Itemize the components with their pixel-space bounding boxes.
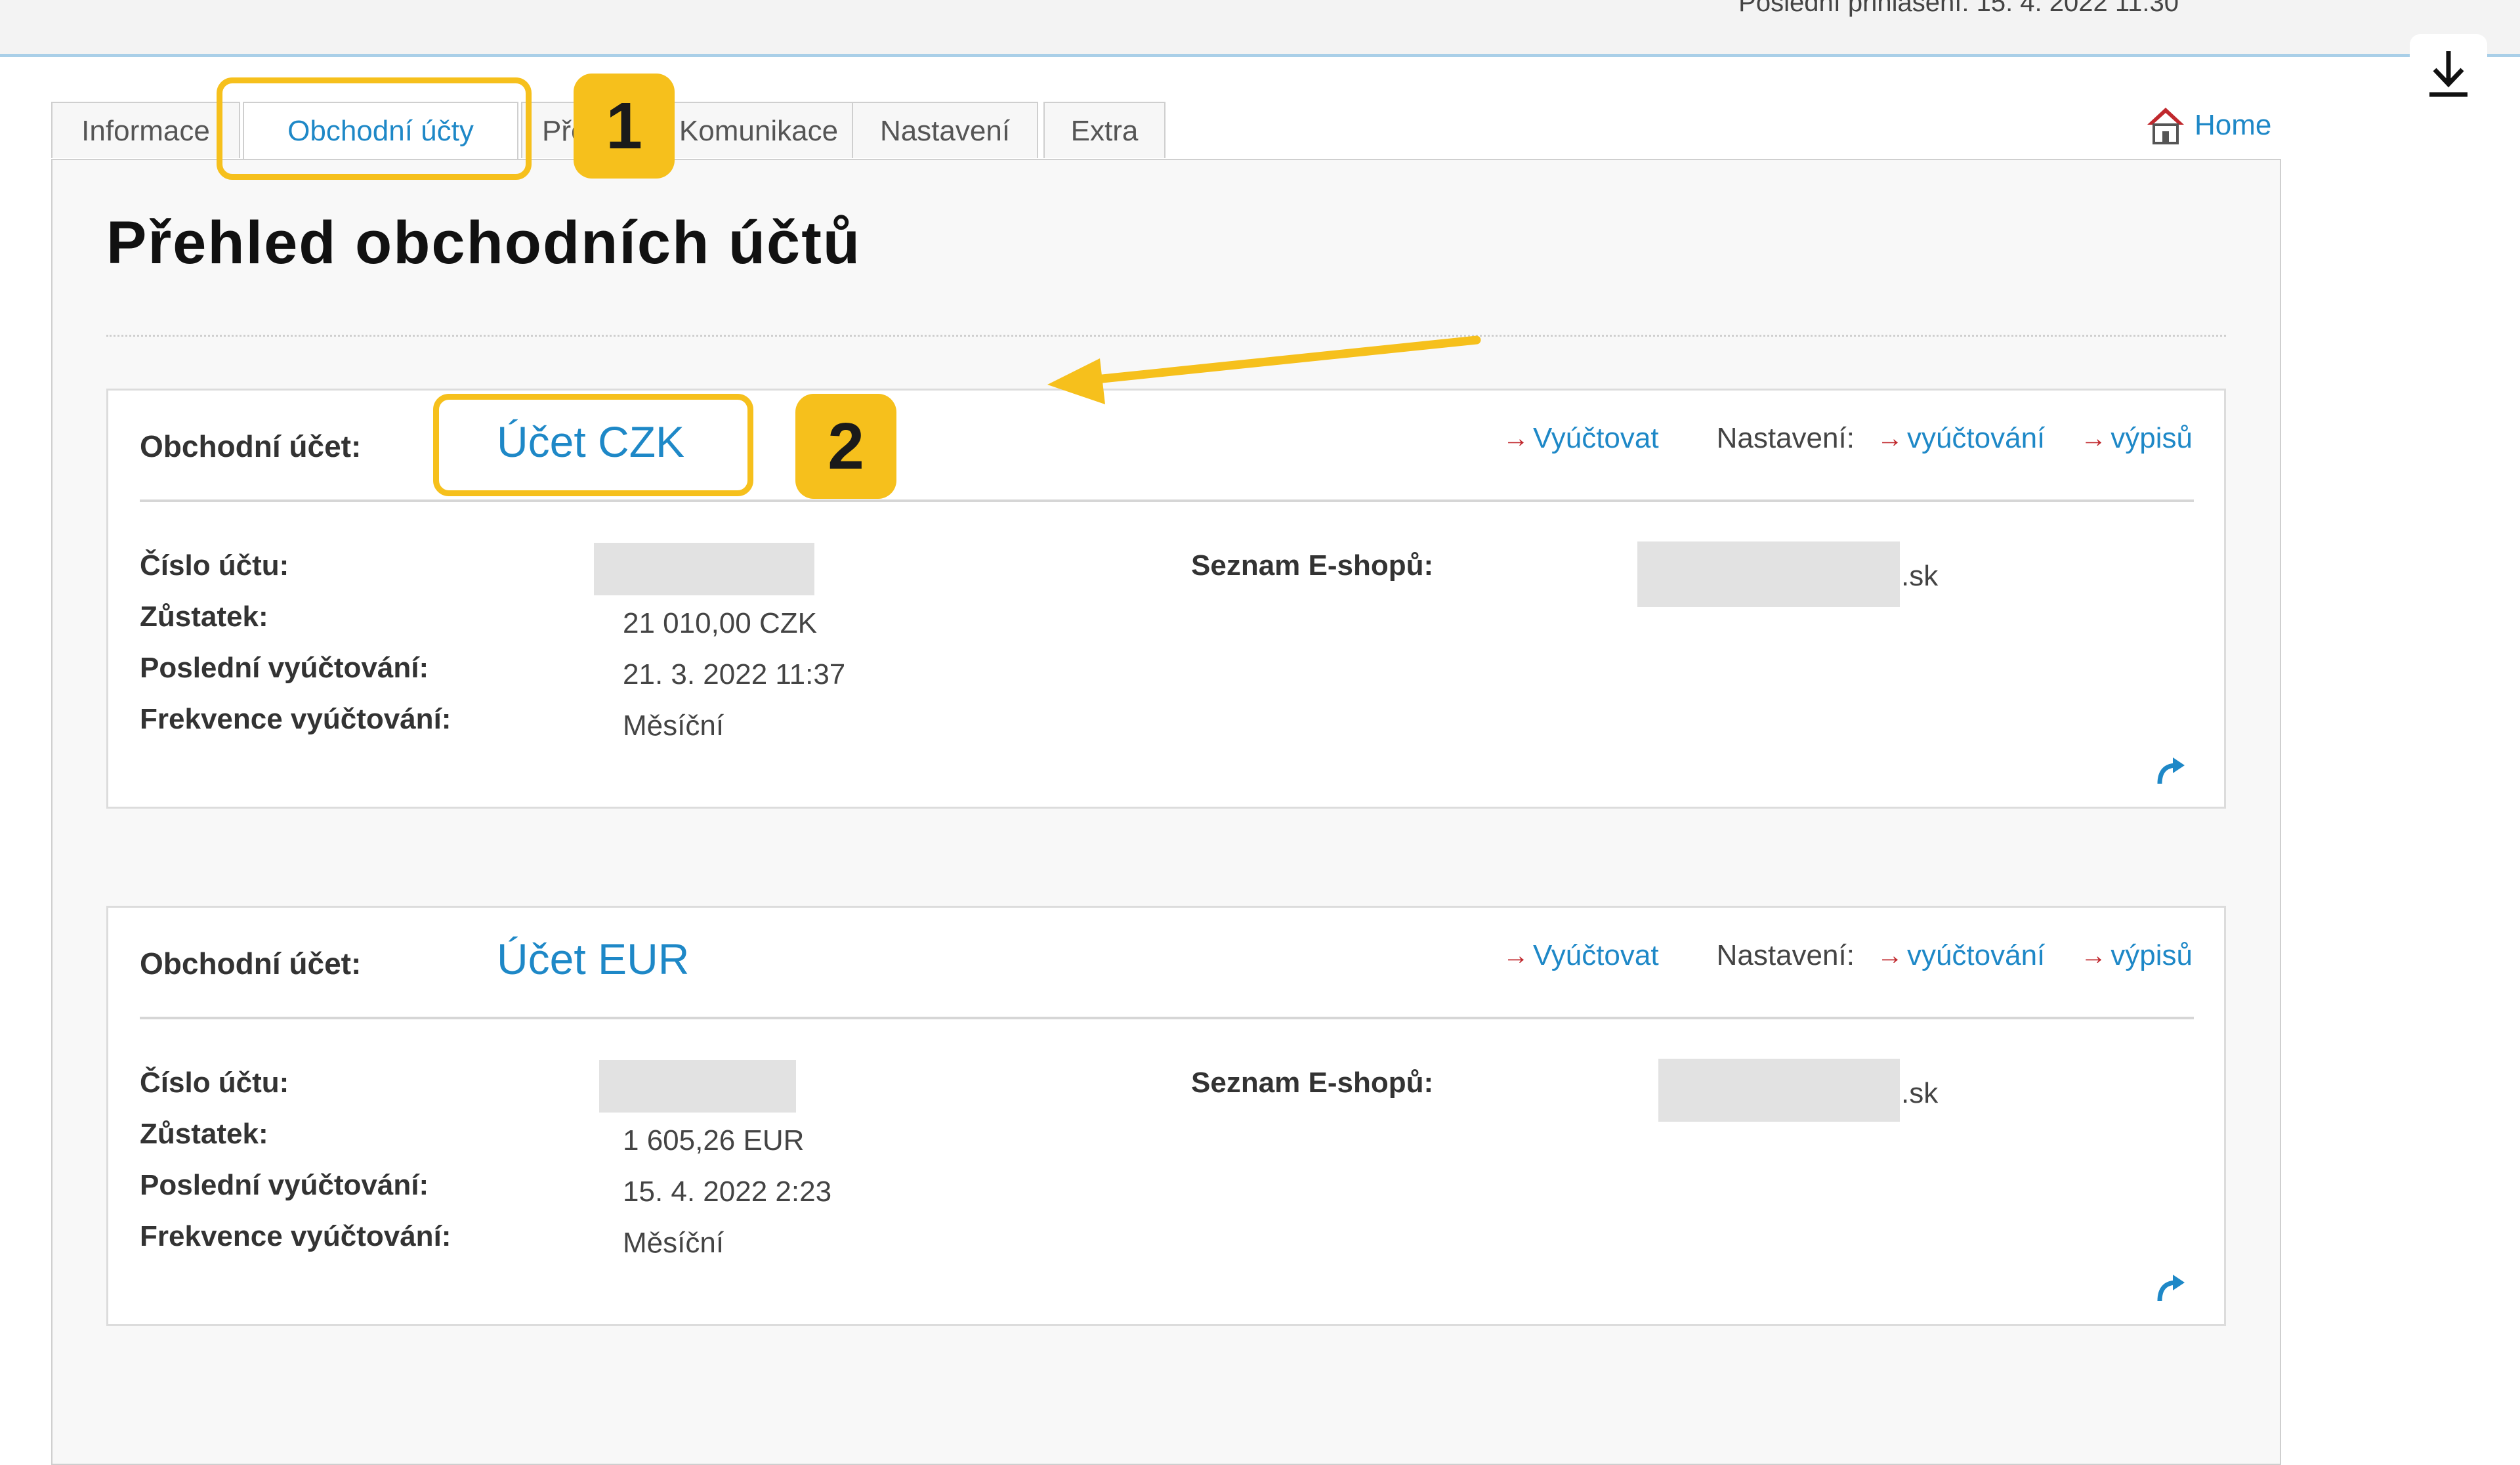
annotation-arrow (1047, 335, 1481, 404)
